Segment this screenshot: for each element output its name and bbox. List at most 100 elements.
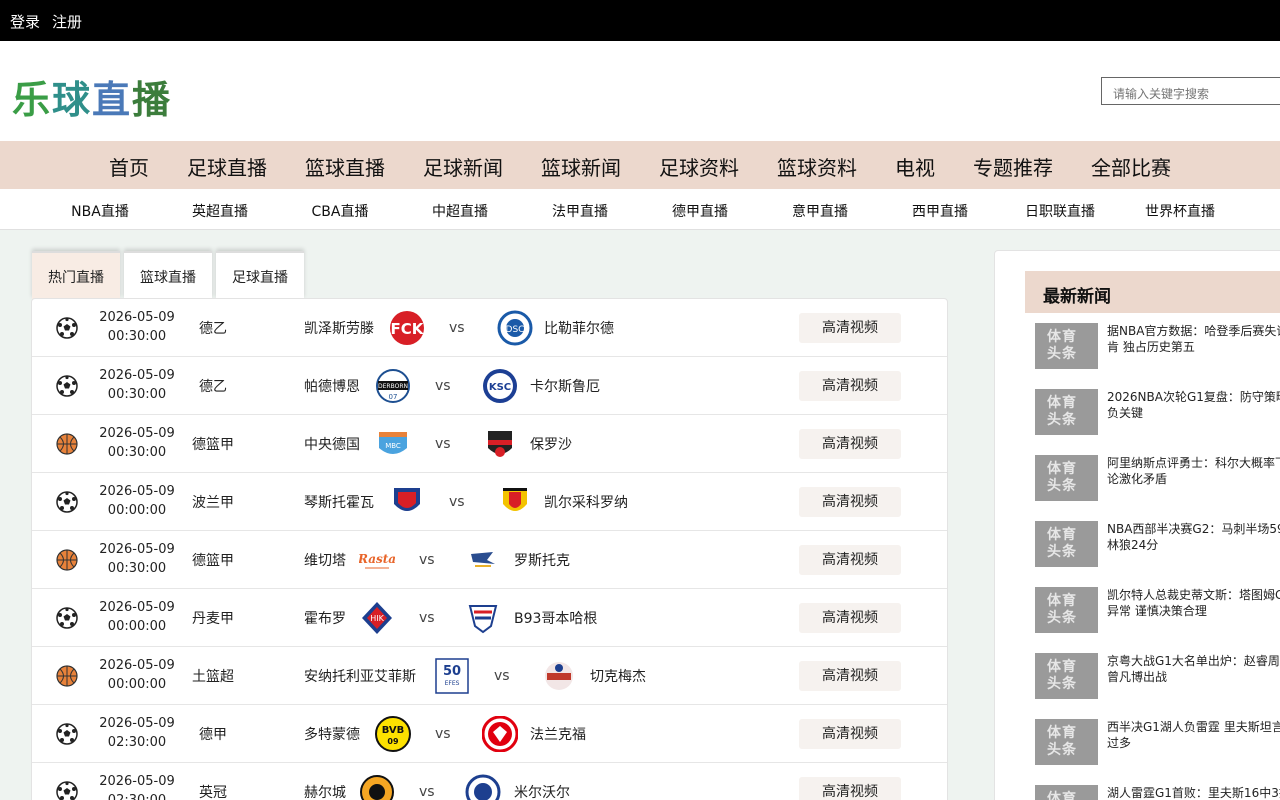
match-row: 2026-05-09 00:00:00 土篮超 安纳托利亚艾菲斯 50 EFES v… [32, 647, 947, 705]
hobro-logo-icon: HIK [362, 602, 392, 634]
svg-text:50: 50 [443, 664, 461, 679]
logo-char: 直 [92, 77, 133, 122]
ksc-logo-icon: KSC [483, 369, 517, 403]
nav-item-topics[interactable]: 专题推荐 [973, 152, 1053, 181]
away-team: 切克梅杰 [590, 669, 646, 685]
league-name: 英冠 [199, 785, 227, 800]
subnav-item-cba[interactable]: CBA直播 [312, 201, 369, 221]
hd-video-button[interactable]: 高清视频 [799, 661, 901, 691]
nav-item-basketball-live[interactable]: 篮球直播 [305, 152, 385, 181]
nav-item-football-news[interactable]: 足球新闻 [423, 152, 503, 181]
svg-text:Rasta: Rasta [359, 552, 395, 566]
arminia-logo-icon: DSC [497, 310, 533, 346]
svg-text:09: 09 [387, 737, 399, 746]
match-datetime: 2026-05-09 00:00:00 [99, 600, 175, 634]
match-datetime: 2026-05-09 00:30:00 [99, 368, 175, 402]
svg-text:FCK: FCK [391, 320, 425, 338]
tab-basketball-live[interactable]: 篮球直播 [124, 251, 212, 299]
match-row: 2026-05-09 02:30:00 德甲 多特蒙德 BVB 09 vs 法兰克福… [32, 705, 947, 763]
nav-item-all-matches[interactable]: 全部比赛 [1091, 152, 1171, 181]
home-team: 中央德国 [304, 437, 360, 453]
hd-video-button[interactable]: 高清视频 [799, 429, 901, 459]
news-item[interactable]: 体育头条 2026NBA次轮G1复盘：防守策略成负关键 [1035, 389, 1280, 437]
svg-text:07: 07 [389, 393, 398, 401]
basketball-icon [56, 549, 78, 571]
news-item[interactable]: 体育 头条 NBA西部半决赛G2：马刺半场59- 林狼24分 [1035, 521, 1280, 569]
home-team: 凯泽斯劳滕 [304, 321, 374, 337]
news-headline: NBA西部半决赛G2：马刺半场59- 林狼24分 [1107, 522, 1280, 552]
news-item[interactable]: 体育 头条 凯尔特人总裁史蒂文斯：塔图姆G7 异常 谨慎决策合理 [1035, 587, 1280, 635]
match-datetime: 2026-05-09 00:30:00 [99, 426, 175, 460]
news-thumbnail: 体育头条 [1035, 587, 1098, 633]
news-thumbnail: 体育头条 [1035, 785, 1098, 800]
subnav-item-ligue1[interactable]: 法甲直播 [552, 201, 608, 221]
match-row: 2026-05-09 00:00:00 波兰甲 琴斯托霍瓦 vs 凯尔采科罗纳 高… [32, 473, 947, 531]
news-headline: 京粤大战G1大名单出炉：赵睿周琦 曾凡博出战 [1107, 654, 1280, 684]
news-thumbnail: 体育头条 [1035, 389, 1098, 435]
basketball-icon [56, 665, 78, 687]
league-name: 德甲 [199, 727, 227, 743]
hd-video-button[interactable]: 高清视频 [799, 603, 901, 633]
news-item[interactable]: 体育 头条 西半决G1湖人负雷霆 里夫斯坦言 过多 [1035, 719, 1280, 767]
register-link[interactable]: 注册 [52, 11, 82, 32]
subnav-item-laliga[interactable]: 西甲直播 [912, 201, 968, 221]
news-item[interactable]: 体育 头条 据NBA官方数据：哈登季后赛失误肯 独占历史第五 [1035, 323, 1280, 371]
eintracht-logo-icon [482, 716, 518, 752]
hd-video-button[interactable]: 高清视频 [799, 777, 901, 800]
hd-video-button[interactable]: 高清视频 [799, 371, 901, 401]
football-icon [56, 317, 78, 339]
paderborn-logo-icon: DERBORN 07 [376, 369, 410, 403]
subnav-item-nba[interactable]: NBA直播 [71, 201, 129, 221]
seawolves-logo-icon [471, 552, 495, 567]
vs-label: vs [494, 668, 510, 684]
hd-video-button[interactable]: 高清视频 [799, 487, 901, 517]
home-team: 帕德博恩 [304, 379, 360, 395]
svg-text:KSC: KSC [489, 382, 511, 393]
nav-item-football-data[interactable]: 足球资料 [659, 152, 739, 181]
svg-text:BVB: BVB [382, 725, 405, 736]
home-team: 安纳托利亚艾菲斯 [304, 669, 416, 685]
search-input[interactable] [1101, 77, 1280, 105]
news-headline: 湖人雷霆G1首败：里夫斯16中3投 [1107, 786, 1280, 800]
home-team: 赫尔城 [304, 785, 346, 800]
news-item[interactable]: 体育 头条 阿里纳斯点评勇士：科尔大概率下课 论激化矛盾 [1035, 455, 1280, 503]
league-name: 波兰甲 [192, 495, 234, 511]
login-link[interactable]: 登录 [10, 11, 40, 32]
hd-video-button[interactable]: 高清视频 [799, 545, 901, 575]
nav-item-basketball-news[interactable]: 篮球新闻 [541, 152, 621, 181]
tab-football-live[interactable]: 足球直播 [216, 251, 304, 299]
nav-item-basketball-data[interactable]: 篮球资料 [777, 152, 857, 181]
match-datetime: 2026-05-0902:30:00 [99, 716, 175, 750]
hd-video-button[interactable]: 高清视频 [799, 719, 901, 749]
subnav-item-epl[interactable]: 英超直播 [192, 201, 248, 221]
nav-item-football-live[interactable]: 足球直播 [187, 152, 267, 181]
nav-item-home[interactable]: 首页 [109, 152, 149, 181]
subnav-item-csl[interactable]: 中超直播 [432, 201, 488, 221]
home-team: 多特蒙德 [304, 727, 360, 743]
hd-video-button[interactable]: 高清视频 [799, 313, 901, 343]
subnav-item-jleague[interactable]: 日职联直播 [1025, 201, 1095, 221]
sub-nav: NBA直播 英超直播 CBA直播 中超直播 法甲直播 德甲直播 意甲直播 西甲直… [0, 189, 1280, 230]
bamberg-logo-icon [488, 431, 512, 457]
away-team: 保罗沙 [530, 437, 572, 453]
svg-text:EFES: EFES [445, 680, 460, 687]
football-icon [56, 723, 78, 745]
nav-item-tv[interactable]: 电视 [895, 152, 935, 181]
subnav-item-worldcup[interactable]: 世界杯直播 [1145, 201, 1215, 221]
header: 乐 球 直 播 [0, 41, 1280, 141]
league-name: 土篮超 [192, 669, 234, 685]
news-thumbnail: 体育头条 [1035, 521, 1098, 567]
news-headline: 阿里纳斯点评勇士：科尔大概率下课 论激化矛盾 [1107, 456, 1280, 486]
subnav-item-bundesliga[interactable]: 德甲直播 [672, 201, 728, 221]
basketball-icon [56, 433, 78, 455]
news-headline: 2026NBA次轮G1复盘：防守策略成负关键 [1107, 390, 1280, 420]
news-item[interactable]: 体育 头条 京粤大战G1大名单出炉：赵睿周琦 曾凡博出战 [1035, 653, 1280, 701]
news-thumbnail: 体育头条 [1035, 455, 1098, 501]
subnav-item-seriea[interactable]: 意甲直播 [792, 201, 848, 221]
millwall-logo-icon [465, 774, 501, 800]
match-datetime: 2026-05-09 00:30:00 [99, 310, 175, 344]
korona-logo-icon [503, 488, 527, 511]
site-logo[interactable]: 乐 球 直 播 [12, 69, 172, 124]
tab-hot-live[interactable]: 热门直播 [32, 251, 120, 299]
news-item[interactable]: 体育头条 湖人雷霆G1首败：里夫斯16中3投 [1035, 785, 1280, 800]
